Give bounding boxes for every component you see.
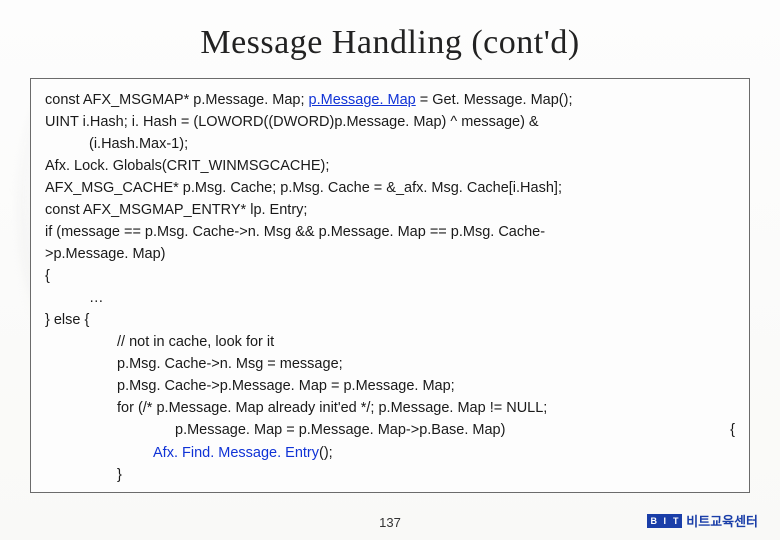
code-text: = Get. Message. Map(); [416, 92, 573, 108]
code-line: (i.Hash.Max-1); [45, 133, 735, 155]
logo-char: T [671, 515, 681, 527]
logo-char: I [660, 515, 670, 527]
code-text: { [730, 419, 735, 441]
code-line: const AFX_MSGMAP_ENTRY* lp. Entry; [45, 199, 735, 221]
code-line: p.Msg. Cache->n. Msg = message; [45, 353, 735, 375]
page-number: 137 [379, 515, 401, 530]
code-line: for (/* p.Message. Map already init'ed *… [45, 397, 735, 419]
slide-title: Message Handling (cont'd) [24, 24, 756, 62]
code-line: AFX_MSG_CACHE* p.Msg. Cache; p.Msg. Cach… [45, 177, 735, 199]
code-line: { [45, 265, 735, 287]
code-line: } else { [45, 309, 735, 331]
code-block: const AFX_MSGMAP* p.Message. Map; p.Mess… [30, 78, 750, 493]
code-text: (); [319, 445, 333, 461]
code-text: p.Message. Map = p.Message. Map->p.Base.… [45, 419, 505, 441]
code-line: UINT i.Hash; i. Hash = (LOWORD((DWORD)p.… [45, 111, 735, 133]
code-line: // not in cache, look for it [45, 331, 735, 353]
code-line: const AFX_MSGMAP* p.Message. Map; p.Mess… [45, 89, 735, 111]
slide: Message Handling (cont'd) const AFX_MSGM… [0, 0, 780, 540]
code-line: Afx. Find. Message. Entry(); [45, 442, 735, 464]
footer-logo: B I T 비트교육센터 [647, 511, 758, 530]
code-line: >p.Message. Map) [45, 243, 735, 265]
logo-char: B [649, 515, 659, 527]
code-line: p.Msg. Cache->p.Message. Map = p.Message… [45, 375, 735, 397]
code-highlight: p.Message. Map [309, 92, 416, 108]
code-text: const AFX_MSGMAP* p.Message. Map; [45, 92, 309, 108]
code-line: } [45, 464, 735, 486]
code-line: Afx. Lock. Globals(CRIT_WINMSGCACHE); [45, 155, 735, 177]
code-line: … [45, 287, 735, 309]
code-line: if (message == p.Msg. Cache->n. Msg && p… [45, 221, 735, 243]
logo-icon: B I T [647, 514, 682, 528]
code-line: p.Message. Map = p.Message. Map->p.Base.… [45, 419, 735, 441]
footer-text: 비트교육센터 [686, 511, 758, 530]
code-highlight: Afx. Find. Message. Entry [153, 445, 319, 461]
